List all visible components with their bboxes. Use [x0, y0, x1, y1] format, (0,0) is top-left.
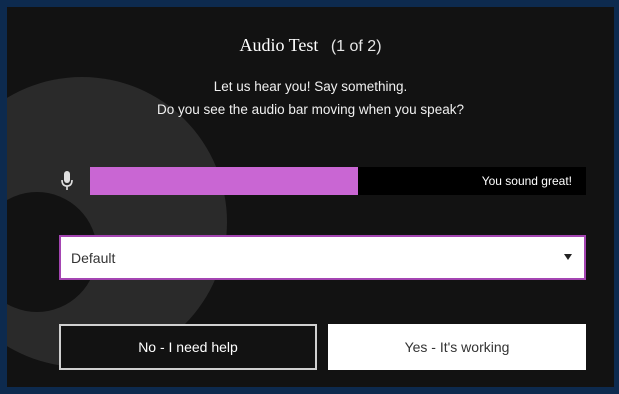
audio-level-fill — [90, 167, 358, 195]
instruction-line-1: Let us hear you! Say something. — [213, 79, 408, 94]
select-value: Default — [71, 249, 116, 266]
microphone-device-select[interactable]: Default — [59, 235, 586, 280]
audio-status-text: You sound great! — [481, 174, 572, 188]
dialog-header: Audio Test (1 of 2) — [7, 35, 614, 56]
audio-test-dialog: Audio Test (1 of 2) Let us hear you! Say… — [7, 7, 614, 387]
dialog-title: Audio Test — [239, 35, 319, 55]
instruction-line-2: Do you see the audio bar moving when you… — [157, 102, 464, 117]
caret-down-icon — [564, 254, 572, 260]
step-counter: (1 of 2) — [330, 38, 382, 55]
microphone-icon — [61, 171, 73, 190]
no-need-help-button[interactable]: No - I need help — [59, 324, 317, 370]
yes-its-working-button[interactable]: Yes - It's working — [328, 324, 586, 370]
audio-level-bar: You sound great! — [90, 167, 586, 195]
